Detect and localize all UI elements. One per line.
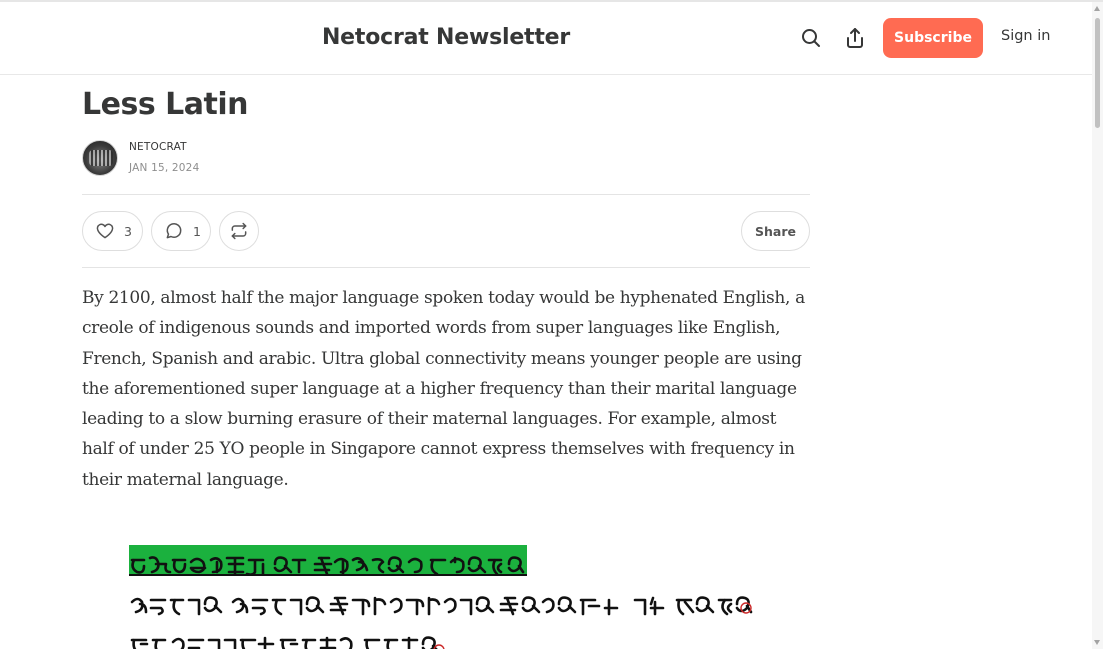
restack-button[interactable]	[219, 211, 259, 251]
share-header-button[interactable]	[843, 26, 867, 50]
author-name[interactable]: NETOCRAT	[129, 141, 187, 153]
post-date: JAN 15, 2024	[129, 162, 200, 174]
script-line-1	[129, 545, 789, 585]
script-line-2	[129, 585, 789, 625]
author-avatar[interactable]	[82, 140, 118, 176]
like-count: 3	[124, 223, 132, 239]
page-scrollbar[interactable]	[1092, 2, 1103, 649]
comment-count: 1	[193, 223, 201, 239]
post-title: Less Latin	[82, 87, 248, 122]
divider	[82, 267, 810, 268]
script-line-3	[129, 625, 789, 649]
script-glyphs-1	[130, 555, 525, 576]
sign-in-link[interactable]: Sign in	[1001, 28, 1050, 44]
divider	[82, 194, 810, 195]
search-button[interactable]	[799, 26, 823, 50]
scroll-up-arrow-icon[interactable]	[1094, 6, 1100, 11]
restack-icon	[231, 222, 247, 240]
share-button[interactable]: Share	[741, 211, 810, 251]
scrollbar-thumb[interactable]	[1095, 18, 1100, 128]
scroll-down-arrow-icon[interactable]	[1094, 640, 1100, 645]
like-button[interactable]: 3	[82, 211, 143, 251]
comment-bubble-icon	[166, 222, 182, 239]
constructed-script-image	[129, 545, 789, 649]
subscribe-button[interactable]: Subscribe	[883, 18, 983, 58]
site-header: Netocrat Newsletter Subscribe Sign in	[0, 2, 1092, 75]
publication-title[interactable]: Netocrat Newsletter	[0, 25, 892, 50]
post-body-paragraph: By 2100, almost half the major language …	[82, 288, 805, 490]
script-glyphs-2	[130, 595, 753, 615]
heart-icon	[96, 223, 114, 239]
comment-button[interactable]: 1	[151, 211, 211, 251]
script-glyphs-3	[130, 635, 445, 649]
search-icon	[802, 29, 820, 47]
share-upload-icon	[847, 28, 863, 48]
